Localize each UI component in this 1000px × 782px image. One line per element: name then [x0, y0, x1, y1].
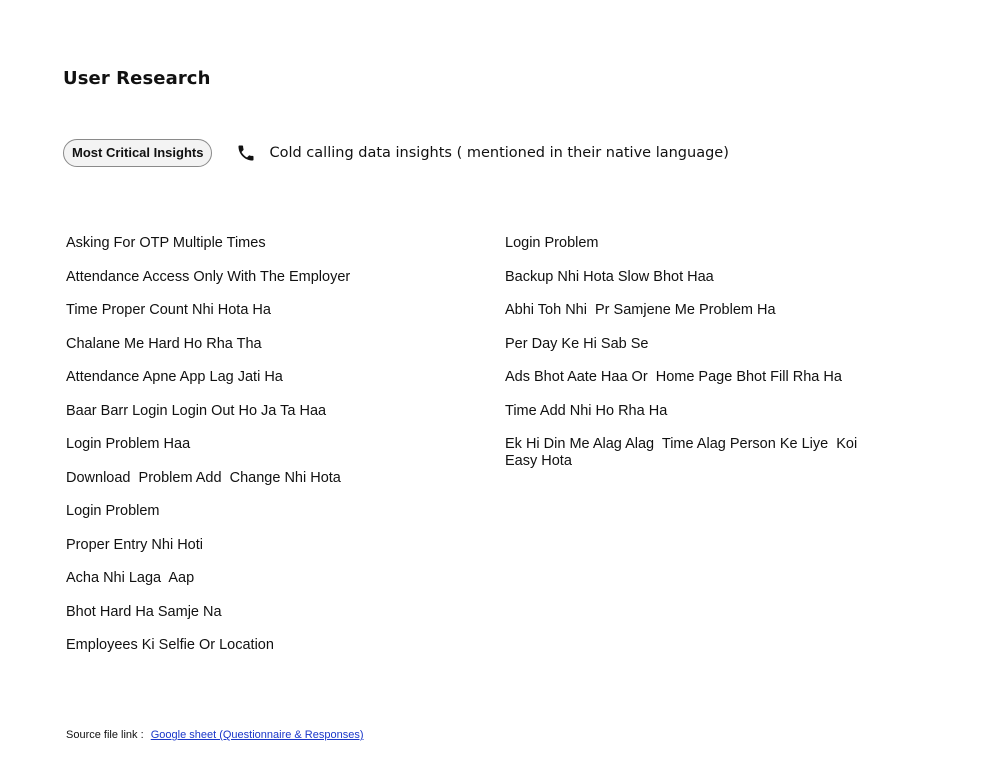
- insight-item: Ek Hi Din Me Alag Alag Time Alag Person …: [505, 436, 862, 469]
- most-critical-insights-tag[interactable]: Most Critical Insights: [63, 139, 213, 167]
- insight-item: Login Problem Haa: [66, 436, 191, 452]
- insight-item: Login Problem: [66, 503, 160, 519]
- insights-caption: Cold calling data insights ( mentioned i…: [269, 145, 729, 161]
- insight-item: Baar Barr Login Login Out Ho Ja Ta Haa: [66, 402, 327, 419]
- insight-item: Abhi Toh Nhi Pr Samjene Me Problem Ha: [505, 302, 776, 318]
- insight-item: Time Add Nhi Ho Rha Ha: [505, 402, 668, 419]
- insight-item: Bhot Hard Ha Samje Na: [66, 603, 222, 620]
- insight-item: Acha Nhi Laga Aap: [66, 570, 195, 586]
- source-file-label: Source file link :: [66, 729, 144, 741]
- insight-item: Backup Nhi Hota Slow Bhot Haa: [505, 268, 714, 285]
- insight-item: Chalane Me Hard Ho Rha Tha: [66, 335, 262, 352]
- phone-icon: [236, 143, 256, 163]
- insight-item: Time Proper Count Nhi Hota Ha: [66, 302, 271, 318]
- insights-list-left: Asking For OTP Multiple Times Attendance…: [66, 235, 466, 671]
- insights-list-right: Login Problem Backup Nhi Hota Slow Bhot …: [505, 235, 890, 487]
- insight-item: Download Problem Add Change Nhi Hota: [66, 469, 341, 486]
- insight-item: Login Problem: [505, 235, 599, 251]
- insight-item: Employees Ki Selfie Or Location: [66, 637, 274, 653]
- insight-item: Asking For OTP Multiple Times: [66, 235, 266, 251]
- google-sheet-link[interactable]: Google sheet (Questionnaire & Responses): [151, 729, 364, 741]
- insight-item: Proper Entry Nhi Hoti: [66, 536, 203, 553]
- insight-item: Attendance Apne App Lag Jati Ha: [66, 369, 283, 385]
- page-title: User Research: [63, 68, 211, 89]
- insight-item: Ads Bhot Aate Haa Or Home Page Bhot Fill…: [505, 369, 842, 385]
- insights-header: Most Critical Insights Cold calling data…: [63, 139, 729, 167]
- insight-item: Attendance Access Only With The Employer: [66, 268, 351, 285]
- source-file-row: Source file link : Google sheet (Questio…: [66, 729, 364, 741]
- insight-item: Per Day Ke Hi Sab Se: [505, 335, 649, 352]
